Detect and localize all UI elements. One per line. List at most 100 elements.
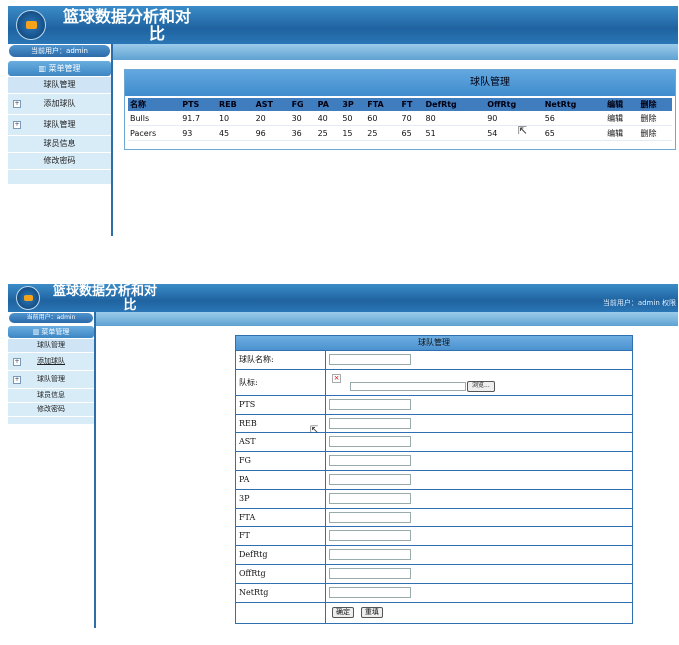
- pa-input[interactable]: [329, 473, 411, 485]
- table-cell: 70: [399, 111, 424, 126]
- delete-link[interactable]: 删除: [638, 111, 672, 126]
- form-row-reb: REB: [236, 413, 632, 433]
- table-cell: 54: [485, 125, 543, 141]
- netrtg-input[interactable]: [329, 586, 411, 598]
- team-name-input[interactable]: [329, 354, 411, 365]
- column-header: PA: [315, 98, 341, 111]
- edit-link[interactable]: 编辑: [605, 125, 639, 141]
- column-header: FTA: [365, 98, 400, 111]
- column-header: REB: [216, 98, 254, 111]
- app-title-line1: 篮球数据分析和对: [62, 7, 191, 26]
- menu-list: 球队管理 + 添加球队 + 球队管理 球员信息 修改密码: [8, 339, 94, 424]
- team-name-label: 球队名称:: [236, 351, 326, 369]
- table-cell: 65: [399, 125, 424, 141]
- pts-input[interactable]: [329, 398, 411, 410]
- column-header: 3P: [340, 98, 366, 111]
- app-header: 篮球数据分析和对 比: [8, 6, 678, 44]
- sidebar-item-player-info[interactable]: 球员信息: [8, 389, 94, 403]
- app-title-line2: 比: [123, 297, 137, 313]
- sidebar-item-change-password[interactable]: 修改密码: [8, 153, 111, 170]
- table-cell: 25: [315, 125, 341, 141]
- form-title: 球队管理: [236, 336, 632, 350]
- table-cell: 45: [216, 125, 254, 141]
- table-cell: 80: [423, 111, 486, 126]
- expand-icon: +: [13, 357, 21, 366]
- reb-input[interactable]: [329, 417, 411, 429]
- column-header: PTS: [180, 98, 217, 111]
- ft-input[interactable]: [329, 530, 411, 542]
- form-row-logo: 队标: × 浏览...: [236, 368, 632, 395]
- expand-icon: +: [13, 121, 21, 129]
- sidebar-item-change-password[interactable]: 修改密码: [8, 403, 94, 417]
- fg-label: FG: [236, 452, 326, 470]
- offrtg-label: OffRtg: [236, 564, 326, 583]
- panel-title: 球队管理: [125, 70, 675, 96]
- table-cell: 50: [340, 111, 366, 126]
- fg-input[interactable]: [329, 455, 411, 467]
- table-cell: 51: [423, 125, 486, 141]
- header-user-info: 当前用户：admin 权限: [602, 299, 676, 307]
- table-header-row: 名称 PTS REB AST FG PA 3P FTA FT DefRtg OffRtg NetRtg…: [128, 98, 672, 111]
- netrtg-label: NetRtg: [236, 583, 326, 602]
- menu-list: 球队管理 + 添加球队 + 球队管理 球员信息 修改密码: [8, 77, 111, 184]
- add-team-form: 球队管理 球队名称: 队标: × 浏览... PTS REB AST FG PA 3P FT…: [235, 335, 633, 624]
- menu-management-header[interactable]: ▥ 菜单管理: [8, 326, 94, 338]
- logo-label: 队标:: [236, 369, 326, 395]
- table-row: Pacers 93 45 96 36 25 15 25 65 51 54 65 编辑 删除: [128, 125, 672, 141]
- fta-input[interactable]: [329, 511, 411, 523]
- defrtg-input[interactable]: [329, 549, 411, 561]
- sidebar-item-team-management[interactable]: + 球队管理: [8, 371, 94, 389]
- mouse-cursor-icon: ⇱: [518, 124, 528, 137]
- sidebar-group-team-management[interactable]: 球队管理: [8, 339, 94, 353]
- app-title-line2: 比: [148, 23, 165, 43]
- column-header: FT: [399, 98, 424, 111]
- table-cell: 25: [365, 125, 400, 141]
- table-cell: 15: [340, 125, 366, 141]
- form-row-offrtg: OffRtg: [236, 563, 632, 583]
- edit-link[interactable]: 编辑: [605, 111, 639, 126]
- form-row-team-name: 球队名称:: [236, 350, 632, 369]
- 3p-label: 3P: [236, 489, 326, 508]
- menu-management-label: 菜单管理: [41, 328, 70, 336]
- form-row-ft: FT: [236, 526, 632, 546]
- sidebar-item-add-team[interactable]: + 添加球队: [8, 353, 94, 371]
- offrtg-input[interactable]: [329, 567, 411, 579]
- table-cell: 10: [216, 111, 254, 126]
- form-row-netrtg: NetRtg: [236, 582, 632, 602]
- table-cell: 93: [180, 125, 217, 141]
- broken-image-icon: ×: [332, 373, 341, 383]
- app-title-line1: 篮球数据分析和对: [52, 284, 157, 299]
- form-row-ast: AST: [236, 432, 632, 452]
- sidebar-item-player-info[interactable]: 球员信息: [8, 136, 111, 153]
- ast-input[interactable]: [329, 436, 411, 448]
- expand-icon: +: [13, 375, 21, 384]
- basketball-logo-icon: [16, 10, 46, 40]
- column-header: 编辑: [605, 98, 639, 111]
- pts-label: PTS: [236, 395, 326, 414]
- table-cell: Bulls: [128, 111, 181, 126]
- table-cell: 30: [289, 111, 316, 126]
- app-title: 篮球数据分析和对 比: [44, 285, 166, 312]
- browse-button[interactable]: 浏览...: [467, 380, 495, 392]
- sidebar-group-team-management[interactable]: 球队管理: [8, 77, 111, 94]
- form-row-fg: FG: [236, 451, 632, 470]
- logo-file-input[interactable]: [350, 381, 466, 391]
- table-cell: 60: [365, 111, 400, 126]
- current-user-label: 当前用户：admin: [9, 313, 93, 323]
- column-header: FG: [289, 98, 316, 111]
- menu-management-header[interactable]: ▥ 菜单管理: [8, 61, 111, 76]
- sidebar-item-team-management[interactable]: + 球队管理: [8, 115, 111, 136]
- ast-label: AST: [236, 433, 326, 452]
- submit-button[interactable]: 确定: [332, 606, 354, 618]
- 3p-input[interactable]: [329, 492, 411, 504]
- sidebar: 当前用户：admin ▥ 菜单管理 球队管理 + 添加球队 + 球队管理 球员信息 …: [8, 312, 96, 628]
- column-header: 名称: [128, 98, 181, 111]
- delete-link[interactable]: 删除: [638, 125, 672, 141]
- reset-button[interactable]: 重填: [360, 606, 383, 618]
- table-cell: Pacers: [128, 125, 181, 141]
- table-row: Bulls 91.7 10 20 30 40 50 60 70 80 90 56 编辑 删除: [128, 111, 672, 126]
- sidebar-item-add-team[interactable]: + 添加球队: [8, 94, 111, 115]
- app-title: 篮球数据分析和对 比: [52, 7, 202, 43]
- table-cell: 36: [289, 125, 316, 141]
- table-cell: 65: [542, 125, 606, 141]
